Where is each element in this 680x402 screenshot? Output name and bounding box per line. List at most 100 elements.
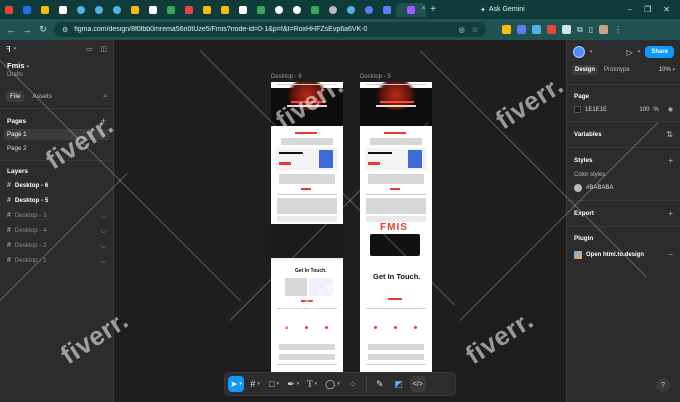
browser-tab[interactable]: [90, 3, 108, 17]
file-name[interactable]: Fmis ▾: [0, 61, 113, 70]
dev-mode-button[interactable]: </>: [409, 376, 426, 392]
layer-item[interactable]: # Desktop - 5: [0, 193, 113, 208]
back-icon[interactable]: ←: [6, 25, 16, 35]
text-tool-button[interactable]: T ▾: [304, 376, 320, 392]
tab-prototype[interactable]: Prototype: [601, 65, 633, 75]
browser-tab[interactable]: [306, 3, 324, 17]
chevron-down-icon[interactable]: ▾: [14, 46, 17, 52]
ask-gemini-button[interactable]: ✦ Ask Gemini: [480, 6, 525, 14]
add-style-icon[interactable]: +: [668, 156, 673, 165]
tab-design[interactable]: Design: [572, 65, 599, 75]
menu-dots-icon[interactable]: ⋮: [614, 25, 622, 34]
layer-item[interactable]: # Desktop - 4 ◡: [0, 223, 113, 238]
search-icon[interactable]: ⌕: [103, 93, 107, 101]
tab-file[interactable]: File: [6, 91, 25, 102]
user-avatar[interactable]: [573, 46, 585, 58]
close-window-icon[interactable]: ✕: [663, 5, 670, 14]
browser-tab[interactable]: [234, 3, 252, 17]
hidden-eye-icon[interactable]: ◡: [101, 212, 106, 219]
browser-tab[interactable]: [54, 3, 72, 17]
page-item[interactable]: Page 2: [4, 143, 109, 154]
browser-tab[interactable]: [324, 3, 342, 17]
hidden-eye-icon[interactable]: ◡: [101, 257, 106, 264]
profile-avatar[interactable]: [599, 25, 609, 34]
extension-icon[interactable]: [517, 25, 526, 34]
comment-tool-button[interactable]: ◯ ▾: [323, 376, 342, 392]
address-bar[interactable]: ⚙ figma.com/design/8f0lbb0mrema56n0tUze5…: [54, 22, 486, 37]
opacity-value[interactable]: 100: [639, 107, 649, 113]
new-tab-button[interactable]: +: [426, 4, 440, 15]
help-button[interactable]: ?: [656, 378, 670, 392]
page-background-row[interactable]: 1E1E1E 100 % ◉: [567, 106, 680, 113]
sidebar-icon[interactable]: ▯: [589, 25, 593, 34]
hidden-eye-icon[interactable]: ◡: [101, 227, 106, 234]
extension-icon[interactable]: [562, 25, 571, 34]
page-item[interactable]: Page 1: [4, 129, 109, 140]
actions-button[interactable]: ⁘: [345, 376, 361, 392]
design-mode-button[interactable]: ◩: [391, 376, 407, 392]
color-swatch[interactable]: [574, 106, 581, 113]
eye-icon[interactable]: ◉: [668, 106, 673, 113]
design-canvas[interactable]: Desktop - 6 Desktop - 5 Get In Touch. FM…: [114, 40, 566, 402]
browser-tab[interactable]: [198, 3, 216, 17]
add-page-icon[interactable]: +: [101, 116, 106, 126]
browser-tab[interactable]: [162, 3, 180, 17]
frame-desktop-5[interactable]: FMIS Get In Touch.: [360, 82, 432, 372]
layout-toggle-icon[interactable]: ▭: [86, 45, 93, 53]
shape-tool-button[interactable]: □ ▾: [266, 376, 282, 392]
chevron-down-icon[interactable]: ▾: [638, 49, 641, 55]
browser-tab[interactable]: [144, 3, 162, 17]
add-export-icon[interactable]: +: [668, 209, 673, 218]
browser-tab[interactable]: [378, 3, 396, 17]
collapse-panel-icon[interactable]: ◫: [100, 45, 107, 53]
browser-tab[interactable]: [72, 3, 90, 17]
site-info-icon[interactable]: ⚙: [62, 26, 68, 34]
remove-plugin-icon[interactable]: −: [668, 250, 673, 259]
frame-tool-button[interactable]: # ▾: [247, 376, 263, 392]
browser-tab[interactable]: [180, 3, 198, 17]
bookmark-star-icon[interactable]: ☆: [472, 26, 478, 34]
browser-tab[interactable]: [36, 3, 54, 17]
present-play-icon[interactable]: ▷: [627, 48, 633, 57]
tab-assets[interactable]: Assets: [28, 91, 56, 102]
plugin-item[interactable]: Open html.to.design −: [567, 250, 680, 259]
browser-tab[interactable]: [18, 3, 36, 17]
restore-icon[interactable]: ❐: [644, 5, 651, 14]
browser-tab[interactable]: [360, 3, 378, 17]
figma-menu-icon[interactable]: ꟻ: [6, 45, 11, 54]
hex-value[interactable]: 1E1E1E: [585, 107, 607, 113]
chevron-down-icon[interactable]: ▾: [590, 49, 593, 55]
browser-tab[interactable]: [252, 3, 270, 17]
frame-label[interactable]: Desktop - 5: [360, 74, 391, 80]
minimize-icon[interactable]: –: [628, 5, 632, 14]
zoom-dropdown[interactable]: 10% ▾: [659, 67, 675, 73]
pen-tool-button[interactable]: ✒ ▾: [285, 376, 301, 392]
move-tool-button[interactable]: ➤ ▾: [228, 376, 245, 392]
forward-icon[interactable]: →: [22, 25, 32, 35]
layer-item[interactable]: # Desktop - 6: [0, 178, 113, 193]
browser-tab[interactable]: [216, 3, 234, 17]
layer-item[interactable]: # Desktop - 1 ◡: [0, 253, 113, 268]
extension-icon[interactable]: [532, 25, 541, 34]
layer-item[interactable]: # Desktop - 3 ◡: [0, 208, 113, 223]
layer-item[interactable]: # Desktop - 2 ◡: [0, 238, 113, 253]
share-button[interactable]: Share: [645, 46, 674, 58]
color-style-item[interactable]: #BABABA: [567, 184, 680, 192]
frame-label[interactable]: Desktop - 6: [271, 74, 302, 80]
puzzle-icon[interactable]: ⧉: [577, 25, 583, 35]
browser-tab[interactable]: [108, 3, 126, 17]
frame-desktop-6[interactable]: Get In Touch.: [271, 82, 343, 372]
browser-tab[interactable]: [342, 3, 360, 17]
draw-mode-button[interactable]: ✎: [372, 376, 388, 392]
extension-icon[interactable]: [502, 25, 511, 34]
variables-settings-icon[interactable]: ⇅: [666, 130, 673, 139]
extension-icon[interactable]: [547, 25, 556, 34]
browser-tab[interactable]: [288, 3, 306, 17]
eye-off-icon[interactable]: ◎: [459, 26, 465, 34]
hidden-eye-icon[interactable]: ◡: [101, 242, 106, 249]
reload-icon[interactable]: ↻: [38, 24, 48, 35]
browser-tab[interactable]: [126, 3, 144, 17]
close-tab-icon[interactable]: ✕: [421, 5, 426, 12]
browser-tab-active[interactable]: ✕: [396, 2, 426, 17]
browser-tab[interactable]: [270, 3, 288, 17]
